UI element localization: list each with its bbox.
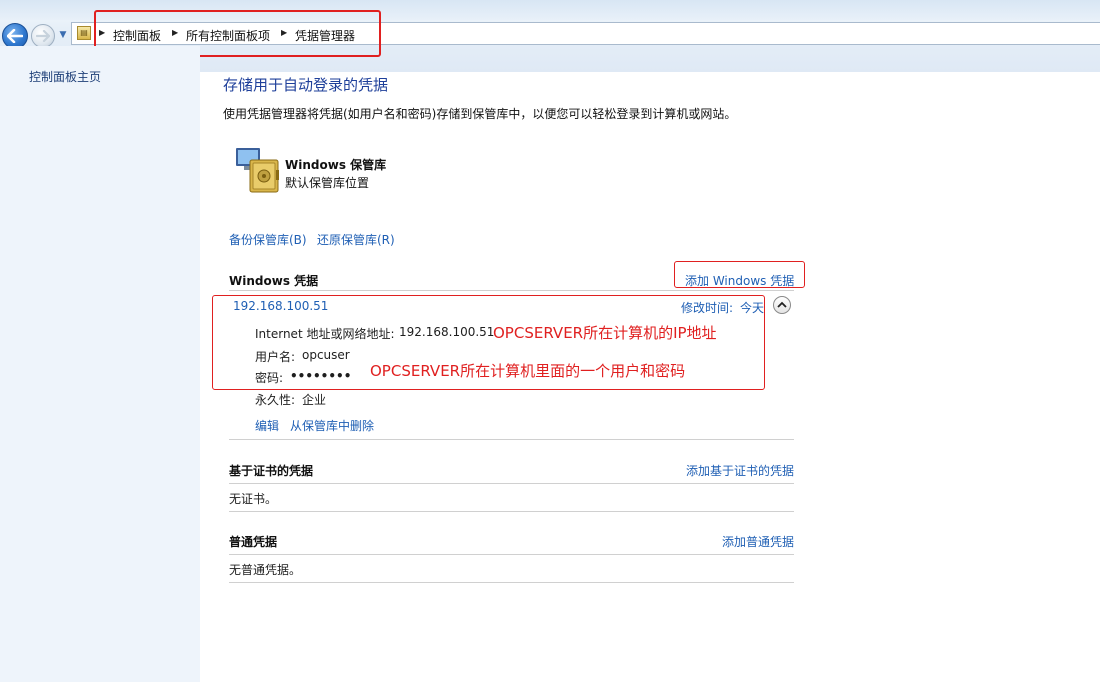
restore-vault-link[interactable]: 还原保管库(R): [317, 231, 395, 248]
control-panel-icon: ▤: [77, 26, 91, 40]
user-annotation: OPCSERVER所在计算机里面的一个用户和密码: [370, 362, 686, 380]
backup-vault-link[interactable]: 备份保管库(B): [229, 231, 307, 248]
persistence-value: 企业: [302, 393, 327, 407]
no-generic-credentials-text: 无普通凭据。: [229, 563, 302, 577]
delete-credential-link[interactable]: 从保管库中删除: [290, 417, 374, 434]
main-content: 存储用于自动登录的凭据 使用凭据管理器将凭据(如用户名和密码)存储到保管库中，以…: [200, 46, 1100, 682]
generic-credentials-title: 普通凭据: [229, 535, 278, 549]
ip-annotation: OPCSERVER所在计算机的IP地址: [493, 324, 717, 342]
section-divider: [229, 554, 794, 555]
control-panel-home-link[interactable]: 控制面板主页: [29, 68, 101, 85]
vault-subtitle: 默认保管库位置: [285, 176, 370, 190]
back-arrow-icon: [7, 29, 23, 43]
persistence-label: 永久性:: [255, 393, 296, 407]
collapse-chevron-icon: [777, 301, 787, 308]
collapse-entry-button[interactable]: [773, 296, 791, 314]
add-certificate-credential-link[interactable]: 添加基于证书的凭据: [686, 462, 794, 479]
forward-button[interactable]: [31, 24, 55, 48]
edit-credential-link[interactable]: 编辑: [255, 417, 279, 434]
left-pane: 控制面板主页: [0, 46, 200, 682]
recent-pages-dropdown[interactable]: ▼: [58, 30, 68, 40]
add-generic-credential-link[interactable]: 添加普通凭据: [722, 533, 794, 550]
page-title: 存储用于自动登录的凭据: [223, 76, 389, 94]
forward-arrow-icon: [36, 30, 50, 42]
certificate-credentials-title: 基于证书的凭据: [229, 464, 314, 478]
page-description: 使用凭据管理器将凭据(如用户名和密码)存储到保管库中，以便您可以轻松登录到计算机…: [223, 107, 737, 121]
section-divider: [229, 511, 794, 512]
vault-name: Windows 保管库: [285, 158, 387, 172]
section-divider: [229, 439, 794, 440]
section-divider: [229, 483, 794, 484]
windows-credentials-title: Windows 凭据: [229, 274, 319, 288]
section-divider: [229, 290, 794, 291]
no-certificates-text: 无证书。: [229, 492, 278, 506]
credential-vault-icon: [236, 148, 279, 193]
section-divider: [229, 582, 794, 583]
add-windows-credential-highlight-box: [674, 261, 805, 288]
